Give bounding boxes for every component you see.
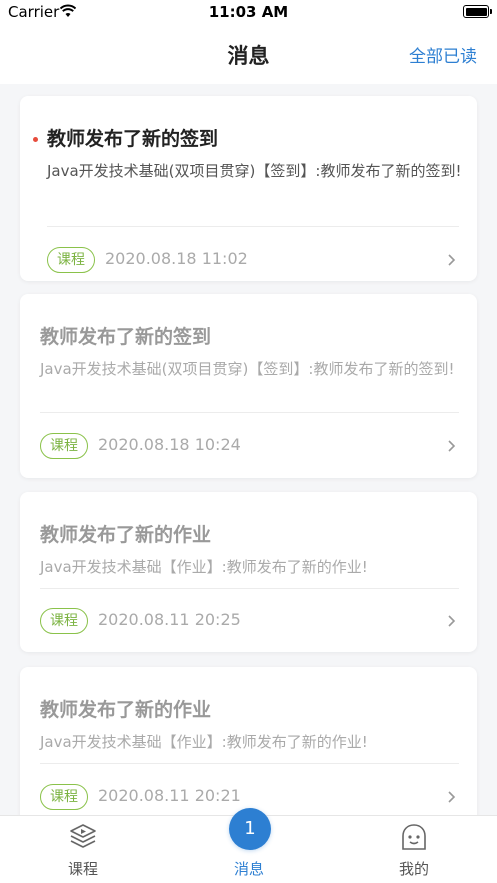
course-layers-icon xyxy=(70,824,96,848)
message-time: 2020.08.18 10:24 xyxy=(98,435,241,454)
divider xyxy=(47,226,459,227)
chevron-right-icon xyxy=(448,615,456,627)
message-title: 教师发布了新的作业 xyxy=(40,524,212,546)
message-card[interactable]: 教师发布了新的签到 Java开发技术基础(双项目贯穿)【签到】:教师发布了新的签… xyxy=(20,96,477,281)
message-footer: 课程 2020.08.11 20:25 xyxy=(40,608,459,634)
status-bar: Carrier 11:03 AM xyxy=(0,0,497,24)
course-tag: 课程 xyxy=(47,247,95,273)
chevron-right-icon xyxy=(448,440,456,452)
course-tag: 课程 xyxy=(40,608,88,634)
unread-dot-icon xyxy=(33,137,38,142)
course-tag: 课程 xyxy=(40,784,88,810)
battery-icon xyxy=(463,5,492,18)
tab-messages-label: 消息 xyxy=(233,860,264,878)
message-title: 教师发布了新的作业 xyxy=(40,699,212,721)
message-footer: 课程 2020.08.18 11:02 xyxy=(47,247,459,273)
message-body: Java开发技术基础(双项目贯穿)【签到】:教师发布了新的签到! xyxy=(47,162,462,180)
message-body: Java开发技术基础【作业】:教师发布了新的作业! xyxy=(40,733,368,751)
navigation-bar: 消息 全部已读 xyxy=(0,24,497,84)
tab-courses-label: 课程 xyxy=(67,860,98,878)
message-card[interactable]: 教师发布了新的作业 Java开发技术基础【作业】:教师发布了新的作业! 课程 2… xyxy=(20,667,477,815)
tab-mine-label: 我的 xyxy=(398,860,429,878)
message-footer: 课程 2020.08.11 20:21 xyxy=(40,784,459,810)
divider xyxy=(40,412,459,413)
divider xyxy=(40,588,459,589)
message-list[interactable]: 教师发布了新的签到 Java开发技术基础(双项目贯穿)【签到】:教师发布了新的签… xyxy=(0,84,497,815)
message-time: 2020.08.11 20:25 xyxy=(98,610,241,629)
message-footer: 课程 2020.08.18 10:24 xyxy=(40,433,459,459)
message-body: Java开发技术基础【作业】:教师发布了新的作业! xyxy=(40,558,368,576)
message-card[interactable]: 教师发布了新的作业 Java开发技术基础【作业】:教师发布了新的作业! 课程 2… xyxy=(20,492,477,652)
message-card[interactable]: 教师发布了新的签到 Java开发技术基础(双项目贯穿)【签到】:教师发布了新的签… xyxy=(20,294,477,478)
message-title: 教师发布了新的签到 xyxy=(40,326,212,348)
profile-face-icon xyxy=(402,824,426,850)
message-time: 2020.08.11 20:21 xyxy=(98,786,241,805)
message-title: 教师发布了新的签到 xyxy=(47,128,219,150)
status-time: 11:03 AM xyxy=(208,3,289,21)
mark-all-read-button[interactable]: 全部已读 xyxy=(409,42,477,67)
chevron-right-icon xyxy=(448,791,456,803)
tab-mine[interactable]: 我的 xyxy=(364,816,464,883)
course-tag: 课程 xyxy=(40,433,88,459)
chevron-right-icon xyxy=(448,254,456,266)
message-badge-icon[interactable]: 1 xyxy=(229,808,271,850)
divider xyxy=(40,763,459,764)
tab-courses[interactable]: 课程 xyxy=(33,816,133,883)
message-body: Java开发技术基础(双项目贯穿)【签到】:教师发布了新的签到! xyxy=(40,360,455,378)
message-time: 2020.08.18 11:02 xyxy=(105,249,248,268)
